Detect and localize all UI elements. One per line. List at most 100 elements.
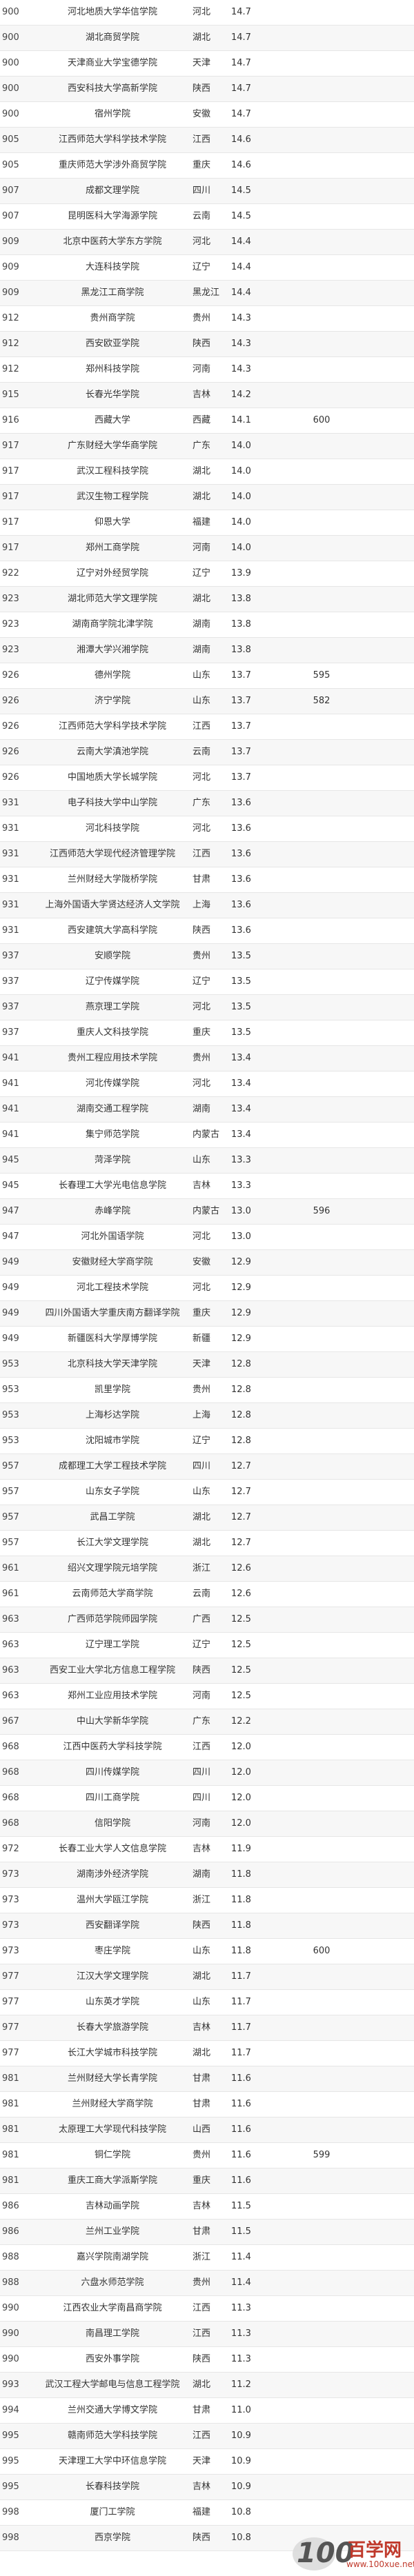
empty-cell	[348, 1760, 414, 1786]
score-cell: 14.0	[229, 535, 295, 561]
table-row: 949 四川外国语大学重庆南方翻译学院 重庆 12.9	[0, 1300, 414, 1327]
rank-cell: 981	[0, 2142, 34, 2169]
empty-cell	[348, 2346, 414, 2373]
score-cell: 14.6	[229, 152, 295, 179]
empty-cell	[348, 433, 414, 459]
score-cell: 12.5	[229, 1683, 295, 1709]
empty-cell	[348, 356, 414, 383]
table-row: 986 吉林动画学院 吉林 11.5	[0, 2193, 414, 2220]
extra-score-cell	[295, 2423, 348, 2449]
rank-cell: 995	[0, 2474, 34, 2500]
table-row: 900 天津商业大学宝德学院 天津 14.7	[0, 50, 414, 77]
score-cell: 14.7	[229, 101, 295, 128]
table-row: 937 安顺学院 贵州 13.5	[0, 943, 414, 969]
score-cell: 14.4	[229, 280, 295, 306]
empty-cell	[348, 127, 414, 153]
empty-cell	[348, 841, 414, 867]
table-row: 953 上海杉达学院 上海 12.8	[0, 1402, 414, 1429]
province-cell: 山东	[190, 1479, 229, 1505]
province-cell: 河南	[190, 535, 229, 561]
school-name-cell: 湖北商贸学院	[34, 25, 190, 51]
school-name-cell: 北京中医药大学东方学院	[34, 229, 190, 255]
province-cell: 山东	[190, 688, 229, 714]
rank-cell: 937	[0, 943, 34, 969]
table-row: 977 江汉大学文理学院 湖北 11.7	[0, 1964, 414, 1990]
rank-cell: 912	[0, 331, 34, 357]
rank-cell: 909	[0, 254, 34, 281]
empty-cell	[348, 1938, 414, 1964]
score-cell: 12.7	[229, 1453, 295, 1480]
extra-score-cell	[295, 561, 348, 587]
province-cell: 河北	[190, 816, 229, 842]
province-cell: 吉林	[190, 2193, 229, 2220]
rank-cell: 981	[0, 2066, 34, 2092]
school-name-cell: 贵州商学院	[34, 305, 190, 332]
table-row: 931 江西师范大学现代经济管理学院 江西 13.6	[0, 841, 414, 867]
table-row: 981 兰州财经大学商学院 甘肃 11.6	[0, 2091, 414, 2117]
score-cell: 13.7	[229, 663, 295, 689]
rank-cell: 931	[0, 867, 34, 893]
rank-cell: 977	[0, 2040, 34, 2066]
table-row: 949 河北工程技术学院 河北 12.9	[0, 1275, 414, 1301]
rank-cell: 917	[0, 433, 34, 459]
province-cell: 河北	[190, 1071, 229, 1097]
school-name-cell: 德州学院	[34, 663, 190, 689]
table-row: 977 长春大学旅游学院 吉林 11.7	[0, 2015, 414, 2041]
school-name-cell: 江汉大学文理学院	[34, 1964, 190, 1990]
province-cell: 黑龙江	[190, 280, 229, 306]
rank-cell: 937	[0, 969, 34, 995]
table-row: 945 长春理工大学光电信息学院 吉林 13.3	[0, 1173, 414, 1199]
province-cell: 陕西	[190, 76, 229, 102]
empty-cell	[348, 25, 414, 51]
score-cell: 11.9	[229, 1836, 295, 1862]
rank-cell: 994	[0, 2397, 34, 2424]
province-cell: 湖南	[190, 637, 229, 663]
score-cell: 12.9	[229, 1249, 295, 1276]
score-cell: 12.9	[229, 1300, 295, 1327]
province-cell: 河南	[190, 1811, 229, 1837]
school-name-cell: 郑州科技学院	[34, 356, 190, 383]
province-cell: 吉林	[190, 1173, 229, 1199]
province-cell: 甘肃	[190, 2397, 229, 2424]
table-row: 973 温州大学瓯江学院 浙江 11.8	[0, 1887, 414, 1913]
province-cell: 江西	[190, 2321, 229, 2347]
score-cell: 11.0	[229, 2397, 295, 2424]
extra-score-cell	[295, 714, 348, 740]
province-cell: 山西	[190, 2117, 229, 2143]
empty-cell	[348, 459, 414, 485]
score-cell: 13.9	[229, 561, 295, 587]
table-row: 917 郑州工商学院 河南 14.0	[0, 535, 414, 561]
score-cell: 11.6	[229, 2168, 295, 2194]
extra-score-cell	[295, 2397, 348, 2424]
score-cell: 11.3	[229, 2321, 295, 2347]
empty-cell	[348, 1785, 414, 1811]
score-cell: 12.0	[229, 1811, 295, 1837]
rank-cell: 923	[0, 612, 34, 638]
empty-cell	[348, 765, 414, 791]
province-cell: 浙江	[190, 2244, 229, 2271]
extra-score-cell	[295, 178, 348, 204]
province-cell: 贵州	[190, 2142, 229, 2169]
extra-score-cell	[295, 918, 348, 944]
school-name-cell: 黑龙江工商学院	[34, 280, 190, 306]
empty-cell	[348, 2142, 414, 2169]
extra-score-cell	[295, 1147, 348, 1174]
extra-score-cell	[295, 280, 348, 306]
extra-score-cell	[295, 1913, 348, 1939]
table-row: 967 中山大学新华学院 广东 12.2	[0, 1709, 414, 1735]
empty-cell	[348, 2193, 414, 2220]
empty-cell	[348, 1326, 414, 1352]
score-cell: 11.7	[229, 1964, 295, 1990]
extra-score-cell	[295, 229, 348, 255]
school-name-cell: 辽宁对外经贸学院	[34, 561, 190, 587]
table-row: 973 西安翻译学院 陕西 11.8	[0, 1913, 414, 1939]
extra-score-cell	[295, 2295, 348, 2322]
rank-cell: 968	[0, 1760, 34, 1786]
extra-score-cell	[295, 994, 348, 1020]
province-cell: 重庆	[190, 1020, 229, 1046]
empty-cell	[348, 510, 414, 536]
school-name-cell: 上海外国语大学贤达经济人文学院	[34, 892, 190, 918]
extra-score-cell	[295, 1556, 348, 1582]
extra-score-cell	[295, 2448, 348, 2475]
province-cell: 天津	[190, 50, 229, 77]
